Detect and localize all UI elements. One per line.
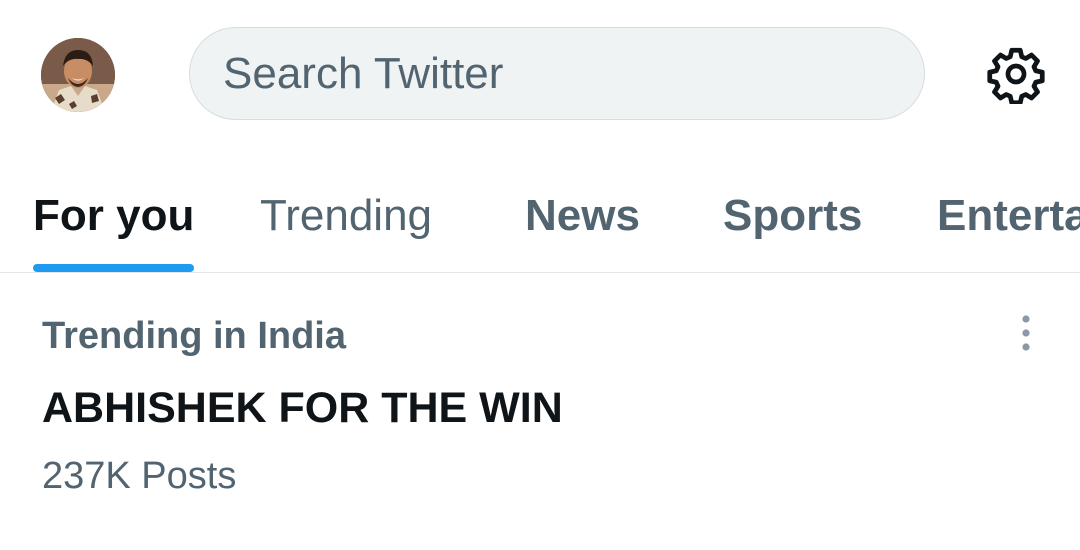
- tab-sports[interactable]: Sports: [723, 160, 873, 272]
- search-placeholder: Search Twitter: [223, 48, 504, 98]
- tab-label: For you: [33, 191, 195, 240]
- tab-label: Sports: [723, 191, 863, 240]
- tab-for-you[interactable]: For you: [33, 160, 195, 272]
- tab-news[interactable]: News: [525, 160, 650, 272]
- search-input[interactable]: Search Twitter: [189, 27, 925, 120]
- trend-title: ABHISHEK FOR THE WIN: [42, 384, 563, 432]
- trend-post-count: 237K Posts: [42, 455, 237, 497]
- top-bar: Search Twitter: [0, 0, 1080, 150]
- tab-trending[interactable]: Trending: [260, 160, 450, 272]
- trend-item[interactable]: Trending in India ABHISHEK FOR THE WIN 2…: [0, 273, 1080, 513]
- tab-bar: For you Trending News Sports Entertainme…: [0, 160, 1080, 272]
- tab-label: Trending: [260, 191, 433, 240]
- tab-entertainment[interactable]: Entertainment: [937, 160, 1080, 272]
- avatar-image: [41, 38, 115, 112]
- active-tab-indicator: [33, 264, 194, 272]
- trend-context: Trending in India: [42, 315, 346, 357]
- tab-label: Entertainment: [937, 191, 1080, 240]
- more-vertical-icon[interactable]: [1006, 311, 1046, 359]
- gear-icon[interactable]: [986, 44, 1046, 106]
- tab-label: News: [525, 191, 640, 240]
- avatar[interactable]: [41, 38, 115, 112]
